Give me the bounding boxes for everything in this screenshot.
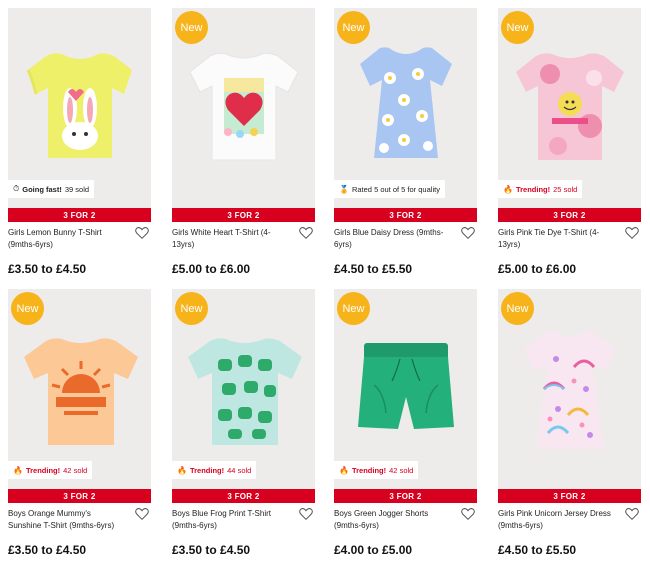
heart-icon[interactable]	[298, 506, 314, 522]
social-proof: 🏅 Rated 5 out of 5 for quality	[334, 180, 445, 198]
new-badge: New	[175, 11, 208, 44]
promo-banner[interactable]: 3 FOR 2	[334, 489, 477, 503]
new-badge: New	[337, 11, 370, 44]
product-image[interactable]	[8, 8, 151, 208]
product-name[interactable]: Boys Green Jogger Shorts (9mths-6yrs)	[334, 508, 452, 532]
promo-banner[interactable]: 3 FOR 2	[334, 208, 477, 222]
social-proof: 🔥 Trending! 44 sold	[172, 461, 257, 479]
product-price: £3.50 to £4.50	[8, 543, 87, 557]
social-proof: 🔥 Trending! 42 sold	[334, 461, 419, 479]
product-image[interactable]: New	[172, 289, 315, 489]
stopwatch-icon: ⏱	[13, 184, 20, 193]
promo-banner[interactable]: 3 FOR 2	[172, 208, 315, 222]
product-image[interactable]: New	[334, 8, 477, 208]
promo-banner[interactable]: 3 FOR 2	[8, 489, 151, 503]
heart-icon[interactable]	[134, 225, 150, 241]
product-name[interactable]: Boys Blue Frog Print T-Shirt (9mths-6yrs…	[172, 508, 290, 532]
product-name[interactable]: Girls Pink Unicorn Jersey Dress (9mths-6…	[498, 508, 616, 532]
product-name[interactable]: Girls White Heart T-Shirt (4-13yrs)	[172, 227, 290, 251]
social-proof: 🔥 Trending! 25 sold	[498, 180, 583, 198]
product-image[interactable]: New	[498, 289, 641, 489]
product-name[interactable]: Girls Pink Tie Dye T-Shirt (4-13yrs)	[498, 227, 616, 251]
heart-icon[interactable]	[134, 506, 150, 522]
new-badge: New	[337, 292, 370, 325]
heart-icon[interactable]	[460, 506, 476, 522]
medal-icon: 🏅	[339, 184, 349, 194]
fire-icon: 🔥	[13, 465, 23, 475]
new-badge: New	[11, 292, 44, 325]
promo-banner[interactable]: 3 FOR 2	[498, 489, 641, 503]
promo-banner[interactable]: 3 FOR 2	[8, 208, 151, 222]
social-proof: ⏱ Going fast! 39 sold	[8, 180, 95, 198]
product-image[interactable]: New	[334, 289, 477, 489]
product-price: £3.50 to £4.50	[172, 543, 251, 557]
new-badge: New	[175, 292, 208, 325]
heart-icon[interactable]	[624, 225, 640, 241]
heart-icon[interactable]	[624, 506, 640, 522]
product-price: £5.00 to £6.00	[172, 262, 251, 276]
product-image[interactable]: New	[172, 8, 315, 208]
product-image[interactable]: New	[498, 8, 641, 208]
product-price: £4.50 to £5.50	[498, 543, 577, 557]
product-price: £3.50 to £4.50	[8, 262, 87, 276]
product-price: £4.00 to £5.00	[334, 543, 413, 557]
fire-icon: 🔥	[339, 465, 349, 475]
promo-banner[interactable]: 3 FOR 2	[498, 208, 641, 222]
heart-icon[interactable]	[298, 225, 314, 241]
product-name[interactable]: Girls Blue Daisy Dress (9mths-6yrs)	[334, 227, 452, 251]
new-badge: New	[501, 11, 534, 44]
product-price: £5.00 to £6.00	[498, 262, 577, 276]
fire-icon: 🔥	[503, 184, 513, 194]
product-name[interactable]: Boys Orange Mummy's Sunshine T-Shirt (9m…	[8, 508, 126, 532]
fire-icon: 🔥	[177, 465, 187, 475]
social-proof: 🔥 Trending! 42 sold	[8, 461, 93, 479]
heart-icon[interactable]	[460, 225, 476, 241]
product-price: £4.50 to £5.50	[334, 262, 413, 276]
promo-banner[interactable]: 3 FOR 2	[172, 489, 315, 503]
product-name[interactable]: Girls Lemon Bunny T-Shirt (9mths-6yrs)	[8, 227, 126, 251]
new-badge: New	[501, 292, 534, 325]
product-image[interactable]: New	[8, 289, 151, 489]
